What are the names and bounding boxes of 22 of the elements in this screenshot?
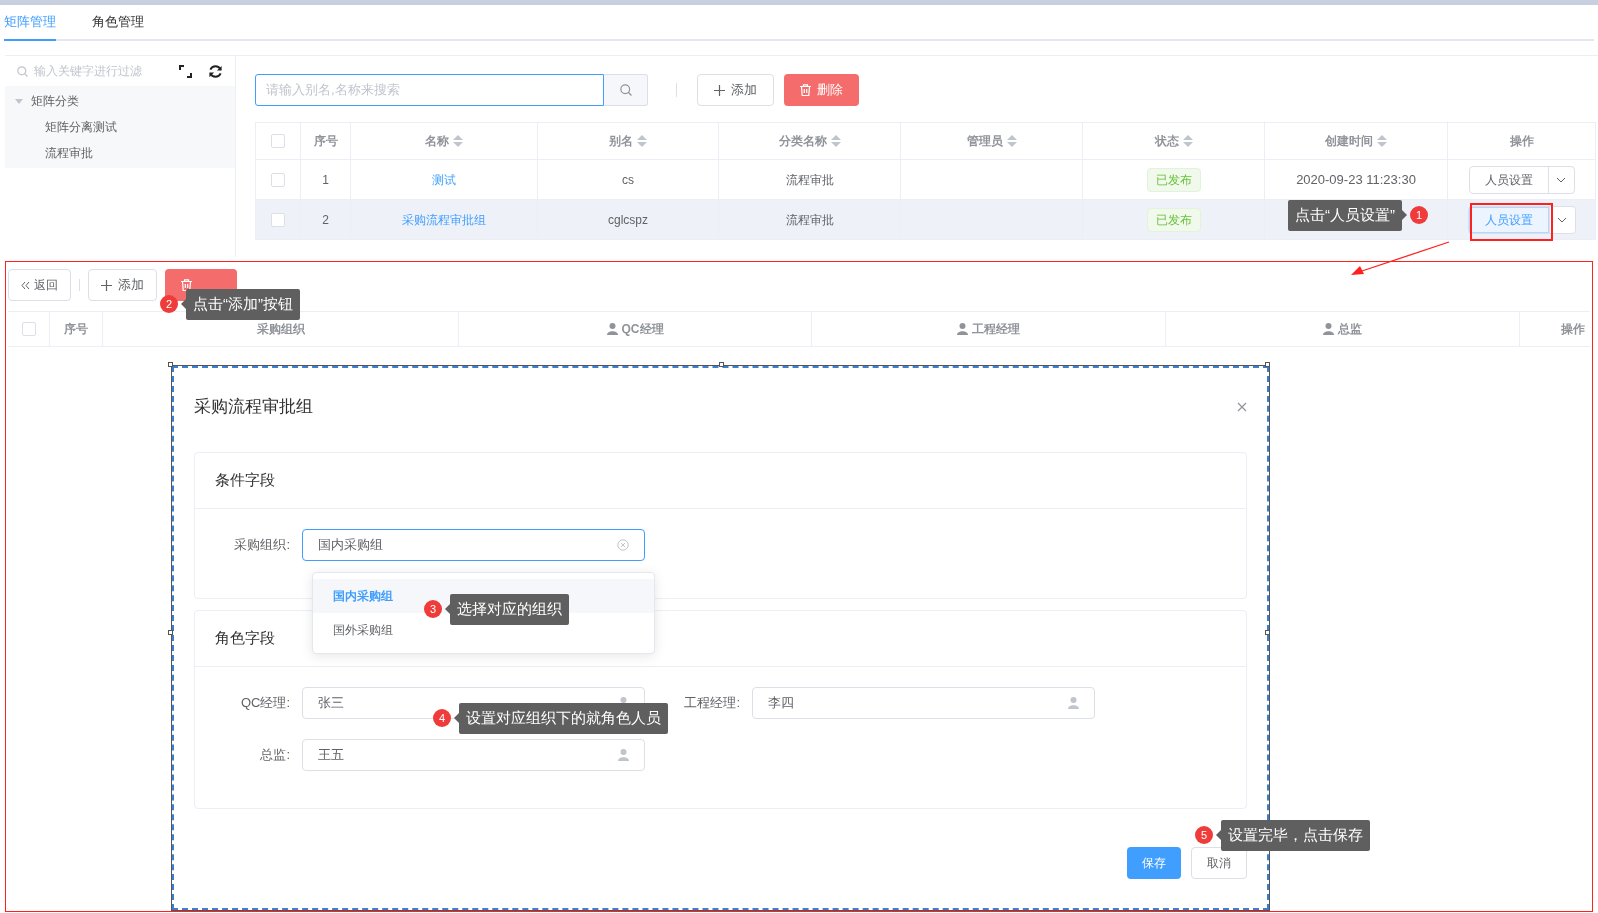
table-cell-text: 2 [322,211,329,229]
status-tag: 已发布 [1146,207,1201,232]
status-tag: 已发布 [1146,167,1201,192]
table-cell-text: cglcspz [608,211,648,229]
field-label: 总监: [259,746,291,765]
annotation-tooltip: 选择对应的组织 [450,594,569,625]
table-cell-text: 流程审批 [785,171,834,189]
section-title: 角色字段 [215,628,275,649]
table-cell-text: cs [622,171,634,189]
step-badge: 2 [160,295,178,314]
table-cell-text: 流程审批 [785,211,834,229]
table-cell-text: 1 [322,171,329,189]
annotation-tooltip: 设置完毕，点击保存 [1221,820,1370,851]
annotation-tooltip: 设置对应组织下的就角色人员 [459,703,668,734]
field-label: 采购组织: [233,536,291,555]
annotation-tooltip: 点击“添加”按钮 [186,289,300,320]
dialog-title: 采购流程审批组 [194,396,313,419]
field-label: 工程经理: [683,694,741,713]
field-label: QC经理: [239,694,291,713]
annotation-tooltip: 点击“人员设置” [1288,200,1402,231]
table-cell-text: 2020-09-23 11:23:30 [1296,170,1416,189]
section-title: 条件字段 [215,470,275,491]
